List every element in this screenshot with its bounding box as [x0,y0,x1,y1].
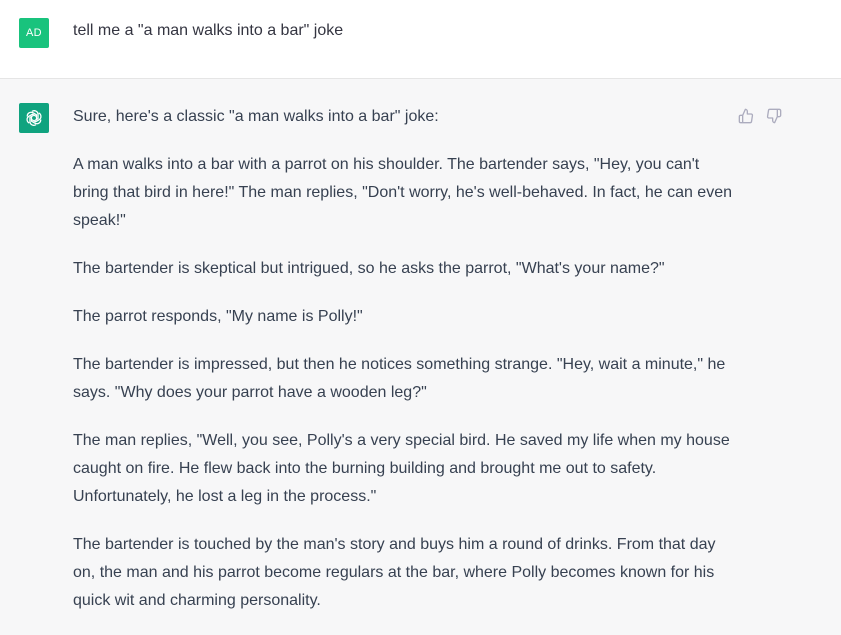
message-paragraph: The bartender is skeptical but intrigued… [73,260,665,277]
message-paragraph: A man walks into a bar with a parrot on … [73,156,732,229]
thumbs-up-button[interactable] [736,106,756,126]
thumbs-down-button[interactable] [764,106,784,126]
assistant-avatar [19,103,49,133]
message-paragraph: Sure, here's a classic "a man walks into… [73,108,439,125]
message-paragraph: The man replies, "Well, you see, Polly's… [73,432,730,505]
assistant-message-row: Sure, here's a classic "a man walks into… [0,79,841,631]
message-paragraph: The parrot responds, "My name is Polly!" [73,308,363,325]
user-avatar: AD [19,18,49,48]
thumbs-up-icon [738,108,754,124]
user-message-text: tell me a "a man walks into a bar" joke [73,22,344,39]
assistant-message-content: Sure, here's a classic "a man walks into… [73,103,735,635]
message-paragraph: The bartender is impressed, but then he … [73,356,726,401]
user-message-row: AD tell me a "a man walks into a bar" jo… [0,0,841,79]
message-paragraph: The bartender is touched by the man's st… [73,536,716,609]
openai-logo-icon [26,110,42,126]
thumbs-down-icon [766,108,782,124]
